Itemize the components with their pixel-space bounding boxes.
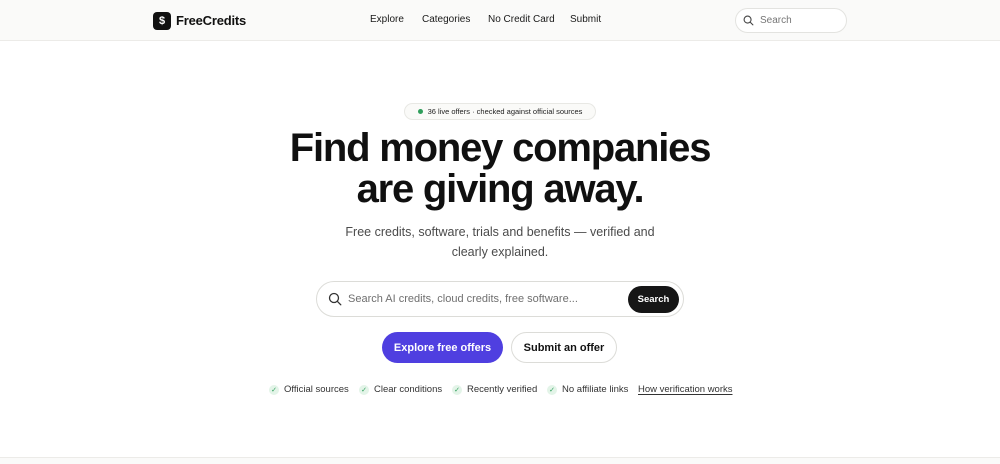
offer-search[interactable]: Search (316, 281, 684, 317)
check-icon: ✓ (452, 384, 462, 395)
check-icon: ✓ (547, 384, 557, 395)
live-dot-icon (417, 109, 423, 114)
search-icon (328, 292, 342, 306)
headline-line-1: Find money companies (289, 126, 712, 170)
trust-label: Clear conditions (374, 384, 443, 395)
search-icon (743, 15, 754, 26)
site-header: $ FreeCredits Explore Categories No Cred… (0, 0, 1000, 41)
trust-label: Official sources (284, 384, 349, 395)
trust-label: Recently verified (467, 384, 538, 395)
nav-submit[interactable]: Submit (570, 14, 601, 25)
live-offers-text: 36 live offers · checked against officia… (427, 107, 583, 116)
nav-categories[interactable]: Categories (422, 14, 470, 25)
explore-offers-button[interactable]: Explore free offers (382, 332, 503, 363)
verification-link[interactable]: How verification works (638, 384, 733, 395)
headline-line-2: are giving away. (356, 167, 645, 211)
nav-no-credit-card[interactable]: No Credit Card (488, 14, 555, 25)
header-search[interactable] (735, 8, 847, 33)
search-button[interactable]: Search (628, 286, 679, 313)
trust-no-affiliate-links: ✓ No affiliate links (547, 383, 628, 396)
section-divider (0, 457, 1000, 464)
trust-label: No affiliate links (562, 384, 629, 395)
trust-recently-verified: ✓ Recently verified (452, 383, 537, 396)
page-title: Find money companies are giving away. (200, 128, 800, 210)
submit-offer-button[interactable]: Submit an offer (511, 332, 617, 363)
dollar-logo-icon: $ (153, 11, 171, 30)
nav-explore[interactable]: Explore (370, 14, 404, 25)
offer-search-input[interactable] (348, 293, 618, 305)
brand-name: FreeCredits (176, 13, 247, 28)
brand-logo[interactable]: $ FreeCredits (153, 11, 246, 30)
page-subtitle: Free credits, software, trials and benef… (345, 225, 655, 259)
check-icon: ✓ (269, 384, 279, 395)
live-offers-badge: 36 live offers · checked against officia… (404, 103, 596, 120)
trust-official-sources: ✓ Official sources (269, 383, 349, 396)
check-icon: ✓ (359, 384, 369, 395)
trust-clear-conditions: ✓ Clear conditions (359, 383, 442, 396)
header-search-input[interactable] (760, 15, 838, 26)
